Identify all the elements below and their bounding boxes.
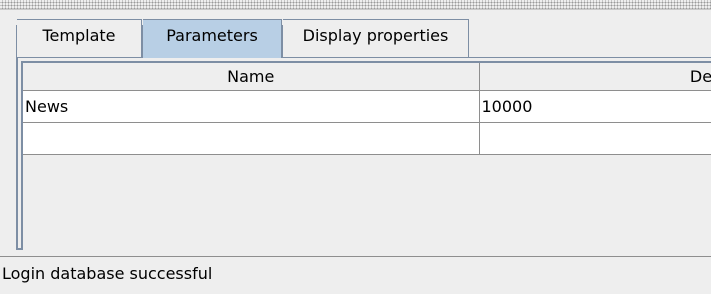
parameters-table-viewport: Name Defa News 10000 bbox=[21, 61, 711, 250]
table-header-row: Name Defa bbox=[23, 63, 711, 91]
tab-display-properties[interactable]: Display properties bbox=[282, 19, 469, 57]
status-bar: Login database successful bbox=[0, 256, 711, 294]
tab-display-properties-label: Display properties bbox=[302, 26, 449, 45]
parameters-panel: Name Defa News 10000 bbox=[16, 57, 711, 250]
tab-parameters[interactable]: Parameters bbox=[142, 19, 282, 58]
column-header-name[interactable]: Name bbox=[23, 63, 480, 91]
table-cell-name[interactable] bbox=[23, 122, 480, 155]
tab-template-label: Template bbox=[42, 26, 116, 45]
column-header-default[interactable]: Defa bbox=[479, 63, 711, 91]
table-cell-default[interactable]: 10000 bbox=[479, 90, 711, 123]
table-cell-name[interactable]: News bbox=[23, 90, 480, 123]
table-row[interactable] bbox=[23, 122, 711, 155]
parameters-table: Name Defa News 10000 bbox=[23, 63, 711, 155]
drag-grip[interactable] bbox=[0, 0, 711, 10]
table-row[interactable]: News 10000 bbox=[23, 90, 711, 123]
table-cell-default[interactable] bbox=[479, 122, 711, 155]
tab-template[interactable]: Template bbox=[16, 19, 142, 57]
tab-parameters-label: Parameters bbox=[166, 26, 258, 45]
status-message: Login database successful bbox=[2, 264, 213, 283]
window: Template Parameters Display properties N… bbox=[0, 0, 711, 294]
